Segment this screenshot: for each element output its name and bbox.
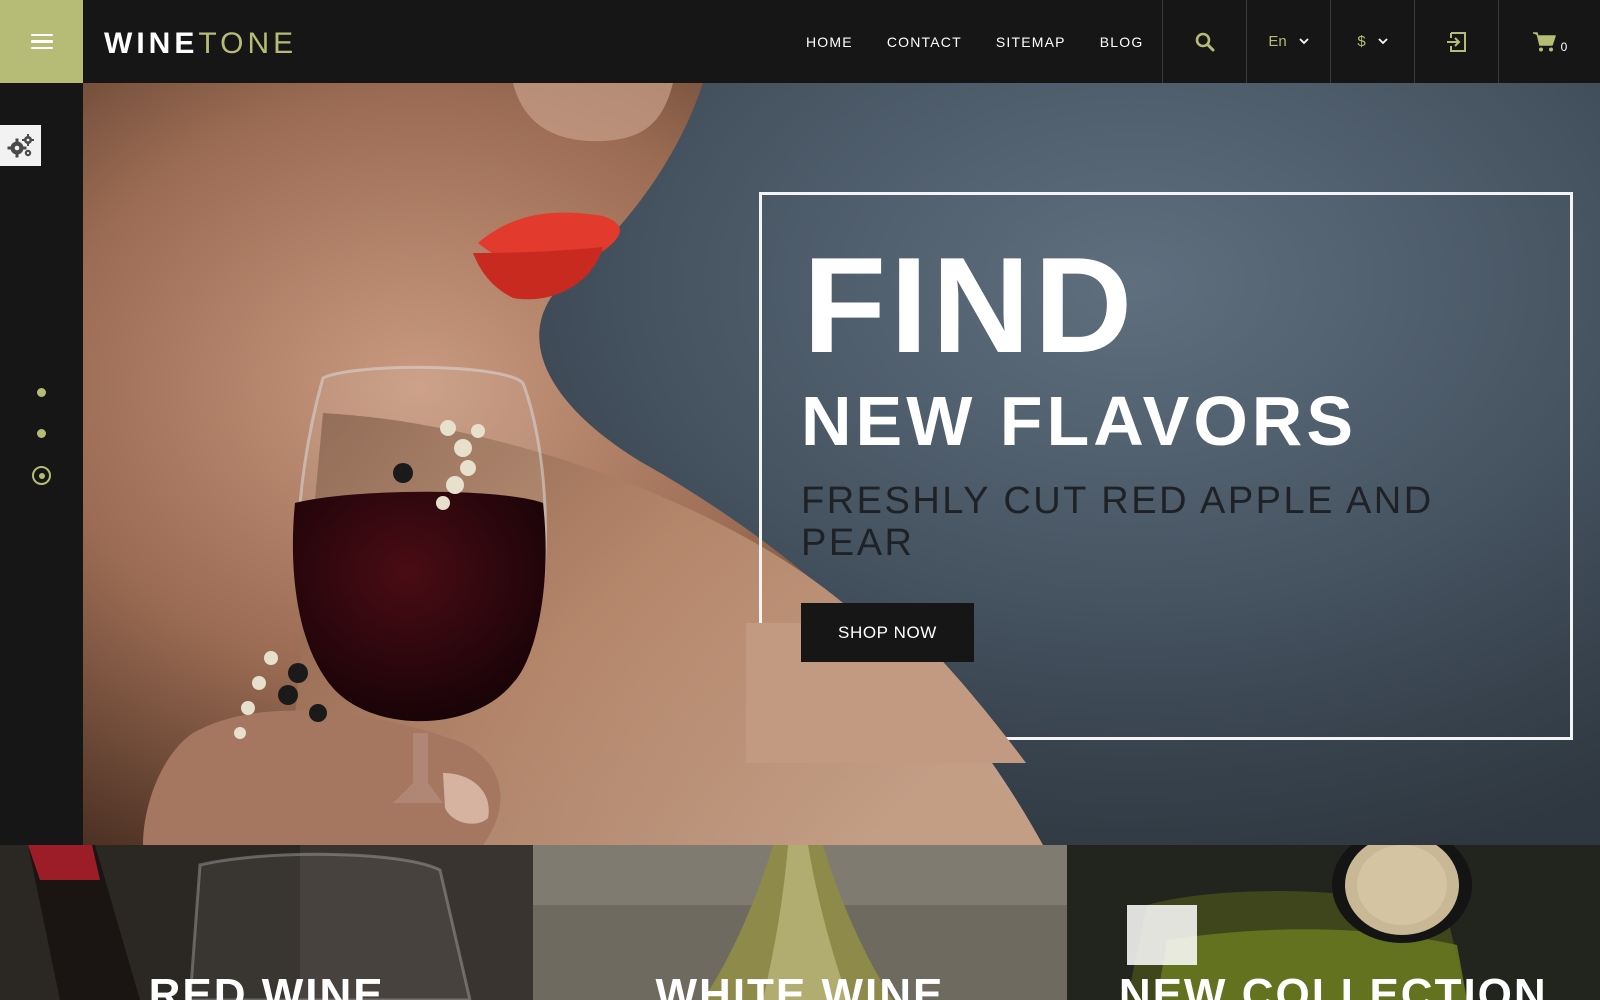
search-button[interactable] xyxy=(1162,0,1246,83)
login-button[interactable] xyxy=(1414,0,1498,83)
currency-value: $ xyxy=(1357,33,1366,50)
hero-slider: FIND NEW FLAVORS FRESHLY CUT RED APPLE A… xyxy=(83,83,1600,845)
chevron-down-icon xyxy=(1299,38,1309,45)
language-value: En xyxy=(1268,33,1287,50)
language-selector[interactable]: En xyxy=(1246,0,1330,83)
left-rail xyxy=(0,83,83,845)
hero-subtitle: NEW FLAVORS xyxy=(801,382,1358,460)
cart-button[interactable]: 0 xyxy=(1498,0,1600,83)
settings-button[interactable] xyxy=(0,125,41,166)
currency-selector[interactable]: $ xyxy=(1330,0,1414,83)
nav-blog-link[interactable]: BLOG xyxy=(1100,34,1144,50)
hero-title: FIND xyxy=(803,229,1137,381)
menu-toggle-button[interactable] xyxy=(0,0,83,83)
site-logo[interactable]: WINETONE xyxy=(104,27,297,61)
cart-count: 0 xyxy=(1560,39,1568,54)
slider-dot-2[interactable] xyxy=(37,429,46,438)
logo-bold-text: WINE xyxy=(104,27,199,60)
category-tile-white-wine[interactable]: WHITE WINE xyxy=(533,845,1067,1000)
logo-light-text: TONE xyxy=(198,27,298,60)
main-nav: HOME CONTACT SITEMAP BLOG xyxy=(806,0,1143,83)
site-header: WINETONE HOME CONTACT SITEMAP BLOG En $ xyxy=(0,0,1600,83)
category-label-white-wine: WHITE WINE xyxy=(655,970,945,1000)
nav-home-link[interactable]: HOME xyxy=(806,34,853,50)
category-label-red-wine: RED WINE xyxy=(148,970,385,1000)
category-tile-new-collection[interactable]: NEW COLLECTION xyxy=(1066,845,1600,1000)
search-icon xyxy=(1195,32,1214,51)
gears-icon xyxy=(7,133,34,157)
hero-tagline: FRESHLY CUT RED APPLE AND PEAR xyxy=(801,480,1434,564)
chevron-down-icon xyxy=(1378,38,1388,45)
category-tile-red-wine[interactable]: RED WINE xyxy=(0,845,534,1000)
nav-sitemap-link[interactable]: SITEMAP xyxy=(996,34,1066,50)
category-label-new-collection: NEW COLLECTION xyxy=(1118,970,1548,1000)
shopping-cart-icon xyxy=(1532,31,1556,51)
nav-contact-link[interactable]: CONTACT xyxy=(887,34,962,50)
login-icon xyxy=(1446,31,1466,52)
shop-now-button[interactable]: SHOP NOW xyxy=(801,603,974,662)
slider-dot-3-active[interactable] xyxy=(32,466,51,485)
hamburger-menu-icon xyxy=(30,33,53,50)
slider-dot-1[interactable] xyxy=(37,388,46,397)
category-tiles: RED WINE WHITE WINE NEW COLLECTION xyxy=(0,845,1600,1000)
